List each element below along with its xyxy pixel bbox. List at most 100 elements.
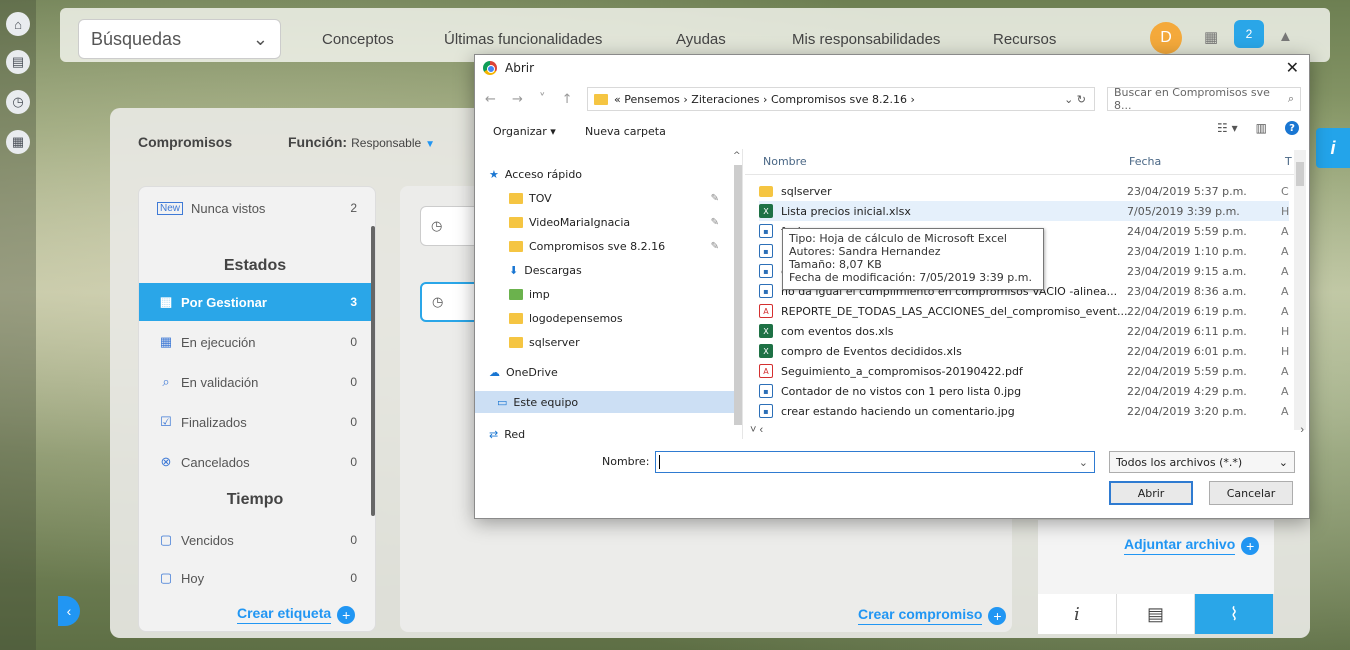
commitment-card[interactable]: ◷ (420, 206, 480, 246)
close-icon[interactable]: ✕ (1286, 58, 1299, 77)
nav-arrows[interactable]: ← → ˅ ↑ (485, 92, 585, 107)
info-tab[interactable]: i (1316, 128, 1350, 168)
attach-file-link[interactable]: Adjuntar archivo (1124, 536, 1236, 555)
file-type-select[interactable]: Todos los archivos (*.*) ⌄ (1109, 451, 1295, 473)
nav-scroll-thumb[interactable] (734, 165, 742, 425)
file-list: Nombre Fecha T sqlserver 23/04/2019 5:37 … (745, 149, 1309, 439)
sidebar-item-unseen[interactable]: New Nunca vistos 2 (139, 189, 371, 227)
nav-onedrive[interactable]: ☁ OneDrive (489, 361, 709, 383)
file-row[interactable]: A Seguimiento_a_compromisos-20190422.pdf 2… (759, 361, 1289, 381)
search-doc-icon: ⌕ (162, 374, 170, 389)
breadcrumb-item[interactable]: Compromisos sve 8.2.16 (771, 93, 907, 106)
file-type: A (1281, 264, 1289, 278)
commitment-card[interactable]: ◷ (420, 282, 480, 322)
column-type[interactable]: T (1285, 155, 1292, 168)
file-row[interactable]: ▪ Contador de no vistos con 1 pero lista … (759, 381, 1289, 401)
sidebar-item-en-ejecucion[interactable]: ▦ En ejecución 0 (139, 323, 371, 361)
column-name[interactable]: Nombre (763, 155, 807, 168)
cancel-button[interactable]: Cancelar (1209, 481, 1293, 505)
excel-icon: X (759, 204, 773, 218)
filename-input[interactable]: ⌄ (655, 451, 1095, 473)
nav-this-pc[interactable]: ▭ Este equipo (475, 391, 737, 413)
nav-item-video[interactable]: VideoMariaIgnacia ✎ (509, 211, 729, 233)
sidebar-item-hoy[interactable]: ▢ Hoy 0 (139, 559, 371, 597)
nav-ayudas[interactable]: Ayudas (676, 31, 726, 48)
breadcrumb-item[interactable]: Ziteraciones (691, 93, 759, 106)
scroll-thumb[interactable] (1296, 162, 1304, 186)
avatar[interactable]: D (1150, 22, 1182, 54)
file-row[interactable]: A REPORTE_DE_TODAS_LAS_ACCIONES_del_compr… (759, 301, 1289, 321)
file-row[interactable]: X Lista precios inicial.xlsx 7/05/2019 3:3… (759, 201, 1289, 221)
nav-quick-access[interactable]: ★ Acceso rápido (489, 163, 709, 185)
home-icon[interactable]: ⌂ (6, 12, 30, 36)
cancel-icon: ⊗ (160, 454, 172, 469)
create-commitment[interactable]: Crear compromiso + (858, 606, 1007, 625)
sidebar-item-por-gestionar[interactable]: ▦ Por Gestionar 3 (139, 283, 371, 321)
function-value: Responsable (351, 136, 422, 150)
pdf-icon: A (759, 304, 773, 318)
nav-item-sqlserver[interactable]: sqlserver (509, 331, 729, 353)
nav-conceptos[interactable]: Conceptos (322, 31, 394, 48)
excel-icon: X (759, 324, 773, 338)
nav-item-logo[interactable]: logodepensemos (509, 307, 729, 329)
open-button[interactable]: Abrir (1109, 481, 1193, 505)
nav-responsabilidades[interactable]: Mis responsabilidades (792, 31, 940, 48)
organize-button[interactable]: Organizar ▾ (493, 125, 556, 138)
file-list-scrollbar[interactable] (1294, 150, 1306, 430)
sidebar-item-cancelados[interactable]: ⊗ Cancelados 0 (139, 443, 371, 481)
view-options-icon[interactable]: ☷ ▾ (1217, 121, 1238, 135)
notifications-button[interactable]: 2 (1234, 20, 1264, 48)
create-tag[interactable]: Crear etiqueta + (237, 605, 356, 624)
clock-icon[interactable]: ◷ (6, 90, 30, 114)
nav-network[interactable]: ⇄ Red (489, 423, 709, 445)
search-input[interactable]: Buscar en Compromisos sve 8... ⌕ (1107, 86, 1301, 112)
column-date[interactable]: Fecha (1129, 155, 1161, 168)
create-tag-link[interactable]: Crear etiqueta (237, 605, 332, 624)
nav-item-descargas[interactable]: ⬇ Descargas (509, 259, 729, 281)
nav-ultimas[interactable]: Últimas funcionalidades (444, 31, 602, 48)
attach-file[interactable]: Adjuntar archivo + (1124, 536, 1260, 555)
bell-icon[interactable]: ▲ (1278, 28, 1293, 45)
nav-item-compromisos[interactable]: Compromisos sve 8.2.16 ✎ (509, 235, 729, 257)
clock-icon: ◷ (431, 218, 443, 233)
file-row[interactable]: Xcompro de Eventos decididos.xls 22/04/20… (759, 341, 1289, 361)
file-row[interactable]: ▪ crear estando haciendo un comentario.jp… (759, 401, 1289, 421)
chevron-down-icon: ⌄ (1278, 455, 1288, 469)
refresh-icon[interactable]: ⌄ ↻ (1064, 93, 1086, 106)
path-box[interactable]: « Pensemos › Ziteraciones › Compromisos … (587, 87, 1095, 111)
file-type: A (1281, 304, 1289, 318)
function-selector[interactable]: Función: Responsable ▼ (288, 134, 435, 150)
scroll-right-icon[interactable]: › (1300, 424, 1304, 436)
breadcrumb-item[interactable]: Pensemos (624, 93, 680, 106)
preview-pane-icon[interactable]: ▥ (1256, 121, 1267, 135)
attachment-icon[interactable]: ⌇ (1195, 594, 1275, 634)
nav-item-imp[interactable]: imp (509, 283, 729, 305)
calendar-icon[interactable]: ▦ (6, 130, 30, 154)
book-icon[interactable]: ▤ (6, 50, 30, 74)
time-heading: Tiempo (226, 491, 284, 508)
sidebar-scrollbar[interactable] (371, 226, 375, 516)
calendar-icon[interactable]: ▦ (1204, 28, 1218, 46)
file-row[interactable]: sqlserver 23/04/2019 5:37 p.m. C (759, 181, 1289, 201)
states-heading: Estados (223, 257, 287, 274)
scroll-left-icon[interactable]: ˅ ‹ (750, 424, 763, 436)
pin-icon: ✎ (710, 216, 719, 228)
nav-label: Acceso rápido (504, 167, 583, 181)
comment-icon[interactable]: ▤ (1116, 594, 1196, 634)
nav-recursos[interactable]: Recursos (993, 31, 1056, 48)
nav-scrollbar[interactable]: ^ (733, 151, 743, 441)
horizontal-scrollbar[interactable]: ˅ ‹ › (750, 424, 1306, 438)
sidebar-item-label: Finalizados (181, 414, 247, 430)
nav-label: Este equipo (513, 395, 579, 409)
nav-item-tov[interactable]: TOV ✎ (509, 187, 729, 209)
sidebar-item-vencidos[interactable]: ▢ Vencidos 0 (139, 521, 371, 559)
file-row[interactable]: Xcom eventos dos.xls 22/04/2019 6:11 p.m.… (759, 321, 1289, 341)
new-folder-button[interactable]: Nueva carpeta (585, 125, 666, 138)
chevron-down-icon[interactable]: ⌄ (1079, 456, 1088, 469)
help-icon[interactable]: ? (1285, 121, 1299, 135)
sidebar-item-en-validacion[interactable]: ⌕ En validación 0 (139, 363, 371, 401)
search-dropdown[interactable]: Búsquedas ⌄ (78, 19, 281, 59)
create-commitment-link[interactable]: Crear compromiso (858, 606, 983, 625)
sidebar-item-finalizados[interactable]: ☑ Finalizados 0 (139, 403, 371, 441)
info-tab-icon[interactable]: i (1038, 594, 1117, 634)
